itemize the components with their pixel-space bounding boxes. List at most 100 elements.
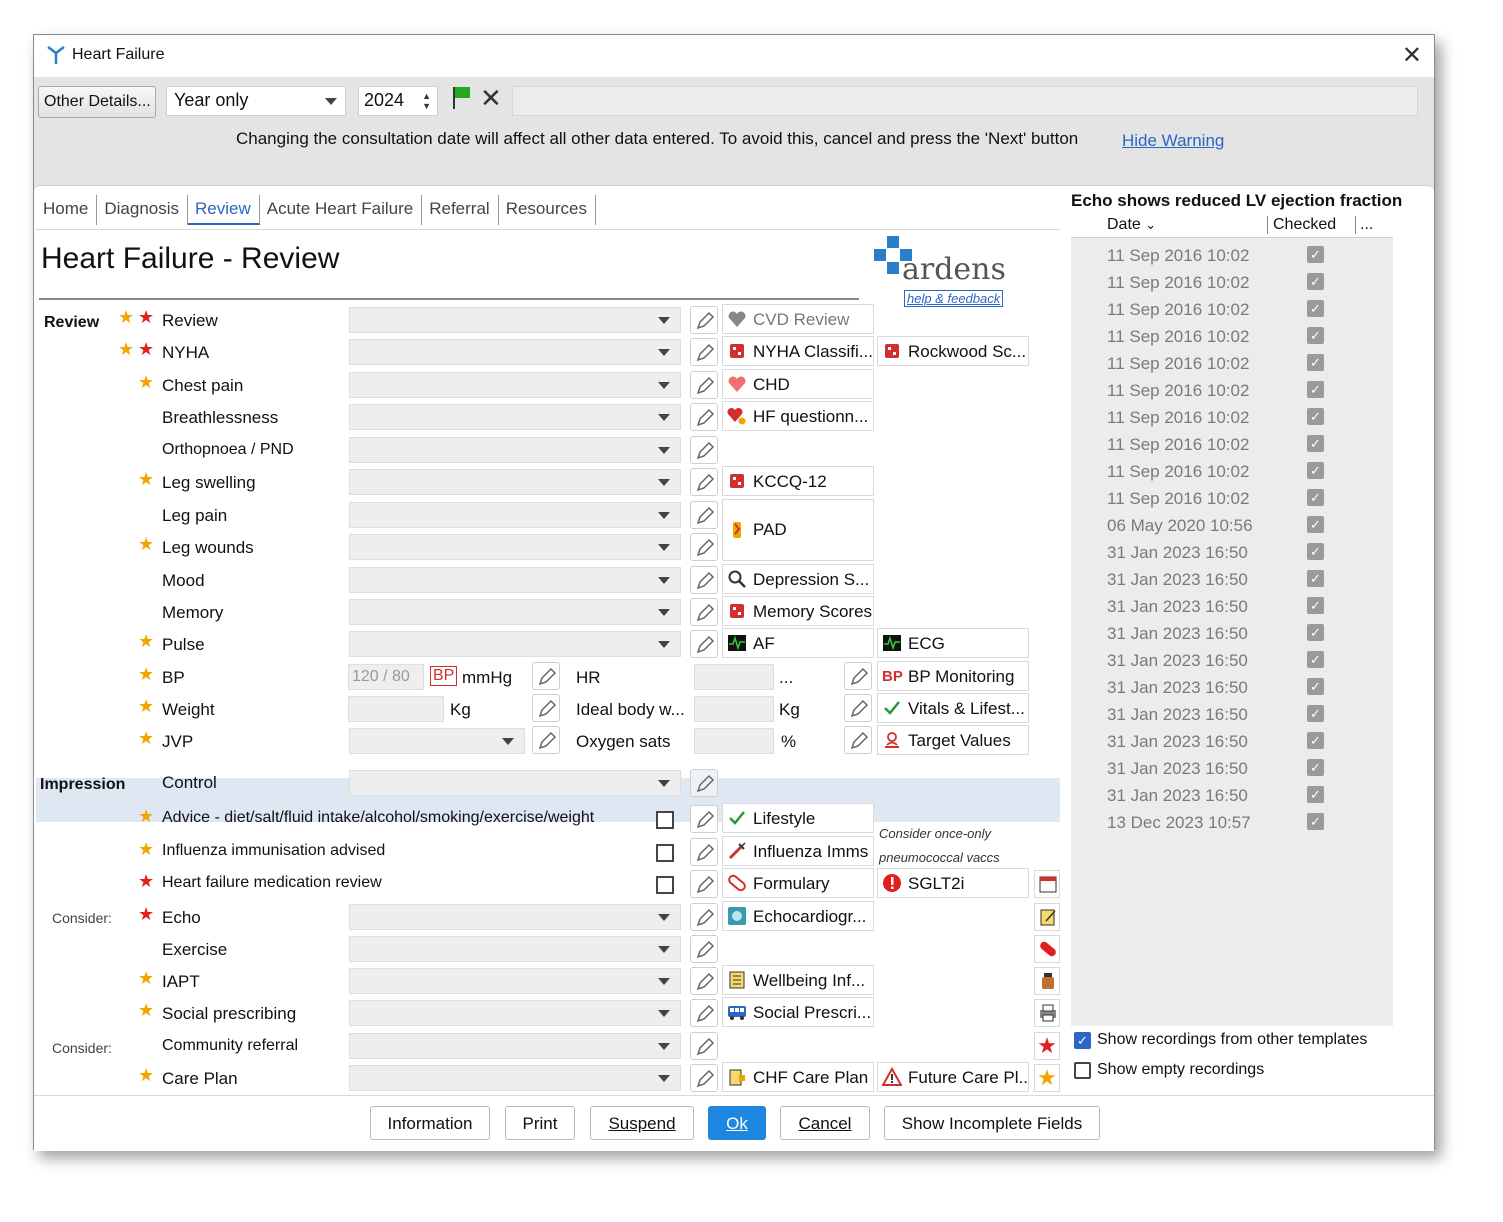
community-referral-dropdown[interactable] <box>349 1033 681 1059</box>
orthopnoea-dropdown[interactable] <box>349 437 681 463</box>
recording-row[interactable]: 11 Sep 2016 10:02 ✓ <box>1071 246 1393 273</box>
leg-wounds-dropdown[interactable] <box>349 534 681 560</box>
recording-row[interactable]: 11 Sep 2016 10:02 ✓ <box>1071 462 1393 489</box>
echo-pencil-button[interactable] <box>690 903 718 931</box>
care-plan-dropdown[interactable] <box>349 1065 681 1091</box>
recording-row[interactable]: 31 Jan 2023 16:50 ✓ <box>1071 678 1393 705</box>
orthopnoea-pencil-button[interactable] <box>690 436 718 464</box>
tab-home[interactable]: Home <box>36 195 98 225</box>
recording-row[interactable]: 11 Sep 2016 10:02 ✓ <box>1071 408 1393 435</box>
influenza-pencil-button[interactable] <box>690 838 718 866</box>
advice-checkbox[interactable] <box>656 811 674 829</box>
recording-row[interactable]: 11 Sep 2016 10:02 ✓ <box>1071 327 1393 354</box>
formulary-button[interactable]: Formulary <box>722 868 874 898</box>
recording-row[interactable]: 31 Jan 2023 16:50 ✓ <box>1071 786 1393 813</box>
tab-review[interactable]: Review <box>188 195 260 225</box>
consultation-info-field[interactable] <box>512 86 1418 116</box>
recording-row[interactable]: 31 Jan 2023 16:50 ✓ <box>1071 759 1393 786</box>
ideal-weight-pencil-button[interactable] <box>844 694 872 722</box>
iapt-dropdown[interactable] <box>349 968 681 994</box>
recording-row[interactable]: 11 Sep 2016 10:02 ✓ <box>1071 489 1393 516</box>
print-button[interactable]: Print <box>505 1106 575 1140</box>
recording-row[interactable]: 31 Jan 2023 16:50 ✓ <box>1071 543 1393 570</box>
ok-button[interactable]: Ok <box>708 1106 766 1140</box>
future-care-plan-button[interactable]: Future Care Pl... <box>877 1062 1029 1092</box>
jvp-pencil-button[interactable] <box>532 726 560 754</box>
leg-pain-dropdown[interactable] <box>349 502 681 528</box>
nyha-dropdown[interactable] <box>349 339 681 365</box>
bottle-button[interactable] <box>1034 967 1060 995</box>
breathlessness-dropdown[interactable] <box>349 404 681 430</box>
recording-row[interactable]: 11 Sep 2016 10:02 ✓ <box>1071 273 1393 300</box>
af-button[interactable]: AF <box>722 628 874 658</box>
chest-pain-dropdown[interactable] <box>349 372 681 398</box>
advice-pencil-button[interactable] <box>690 805 718 833</box>
mood-pencil-button[interactable] <box>690 566 718 594</box>
pulse-pencil-button[interactable] <box>690 630 718 658</box>
echo-dropdown[interactable] <box>349 904 681 930</box>
recording-row[interactable]: 31 Jan 2023 16:50 ✓ <box>1071 651 1393 678</box>
medication-button[interactable] <box>1034 935 1060 963</box>
chd-button[interactable]: CHD <box>722 369 874 399</box>
hf-questionnaire-button[interactable]: HF questionn... <box>722 401 874 431</box>
sglt2i-button[interactable]: SGLT2i <box>877 868 1029 898</box>
recording-row[interactable]: 13 Dec 2023 10:57 ✓ <box>1071 813 1393 840</box>
other-details-button[interactable]: Other Details... <box>38 86 156 118</box>
recording-row[interactable]: 31 Jan 2023 16:50 ✓ <box>1071 705 1393 732</box>
red-star-icon[interactable]: ★ <box>1034 1032 1060 1060</box>
bp-input[interactable]: 120 / 80 <box>348 664 424 690</box>
recording-row[interactable]: 31 Jan 2023 16:50 ✓ <box>1071 624 1393 651</box>
control-pencil-button[interactable] <box>690 769 718 797</box>
information-button[interactable]: Information <box>370 1106 490 1140</box>
depression-scores-button[interactable]: Depression S... <box>722 564 874 594</box>
chf-care-plan-button[interactable]: CHF Care Plan <box>722 1062 874 1092</box>
print-form-button[interactable] <box>1034 999 1060 1027</box>
calendar-button[interactable] <box>1034 870 1060 898</box>
wellbeing-info-button[interactable]: Wellbeing Inf... <box>722 965 874 995</box>
rockwood-score-button[interactable]: Rockwood Sc... <box>877 336 1029 366</box>
review-pencil-button[interactable] <box>690 306 718 334</box>
exercise-dropdown[interactable] <box>349 936 681 962</box>
tab-resources[interactable]: Resources <box>499 195 596 225</box>
recording-row[interactable]: 31 Jan 2023 16:50 ✓ <box>1071 732 1393 759</box>
recording-row[interactable]: 31 Jan 2023 16:50 ✓ <box>1071 597 1393 624</box>
lifestyle-button[interactable]: Lifestyle <box>722 803 874 833</box>
breathlessness-pencil-button[interactable] <box>690 403 718 431</box>
recording-row[interactable]: 11 Sep 2016 10:02 ✓ <box>1071 381 1393 408</box>
pulse-dropdown[interactable] <box>349 631 681 657</box>
community-referral-pencil-button[interactable] <box>690 1032 718 1060</box>
date-mode-select[interactable]: Year only <box>166 86 346 116</box>
date-column-header[interactable]: Date ⌄ <box>1107 216 1156 234</box>
year-stepper[interactable]: 2024 ▲ ▼ <box>358 86 438 116</box>
hr-pencil-button[interactable] <box>844 662 872 690</box>
tab-diagnosis[interactable]: Diagnosis <box>97 195 189 225</box>
bp-pencil-button[interactable] <box>532 662 560 690</box>
weight-input[interactable] <box>348 696 444 722</box>
suspend-button[interactable]: Suspend <box>590 1106 694 1140</box>
target-values-button[interactable]: Target Values <box>877 725 1029 755</box>
influenza-imms-button[interactable]: Influenza Imms <box>722 836 874 866</box>
social-prescribing-button[interactable]: Social Prescri... <box>722 997 874 1027</box>
recording-row[interactable]: 06 May 2020 10:56 ✓ <box>1071 516 1393 543</box>
exercise-pencil-button[interactable] <box>690 935 718 963</box>
chest-pain-pencil-button[interactable] <box>690 371 718 399</box>
cancel-button[interactable]: Cancel <box>780 1106 870 1140</box>
ecg-button[interactable]: ECG <box>877 628 1029 658</box>
influenza-checkbox[interactable] <box>656 844 674 862</box>
recording-row[interactable]: 11 Sep 2016 10:02 ✓ <box>1071 354 1393 381</box>
close-icon[interactable]: ✕ <box>1402 41 1422 70</box>
care-plan-pencil-button[interactable] <box>690 1064 718 1092</box>
tab-acute-heart-failure[interactable]: Acute Heart Failure <box>260 195 423 225</box>
nyha-pencil-button[interactable] <box>690 338 718 366</box>
show-other-templates-checkbox[interactable]: ✓ <box>1074 1032 1091 1049</box>
notes-button[interactable] <box>1034 903 1060 931</box>
leg-swelling-pencil-button[interactable] <box>690 468 718 496</box>
echocardiogram-button[interactable]: Echocardiogr... <box>722 901 874 931</box>
hf-med-review-pencil-button[interactable] <box>690 870 718 898</box>
recording-row[interactable]: 31 Jan 2023 16:50 ✓ <box>1071 570 1393 597</box>
show-empty-checkbox[interactable] <box>1074 1062 1091 1079</box>
hide-warning-link[interactable]: Hide Warning <box>1122 131 1224 151</box>
memory-dropdown[interactable] <box>349 599 681 625</box>
tab-referral[interactable]: Referral <box>422 195 499 225</box>
help-feedback-link[interactable]: help & feedback <box>904 290 1004 307</box>
